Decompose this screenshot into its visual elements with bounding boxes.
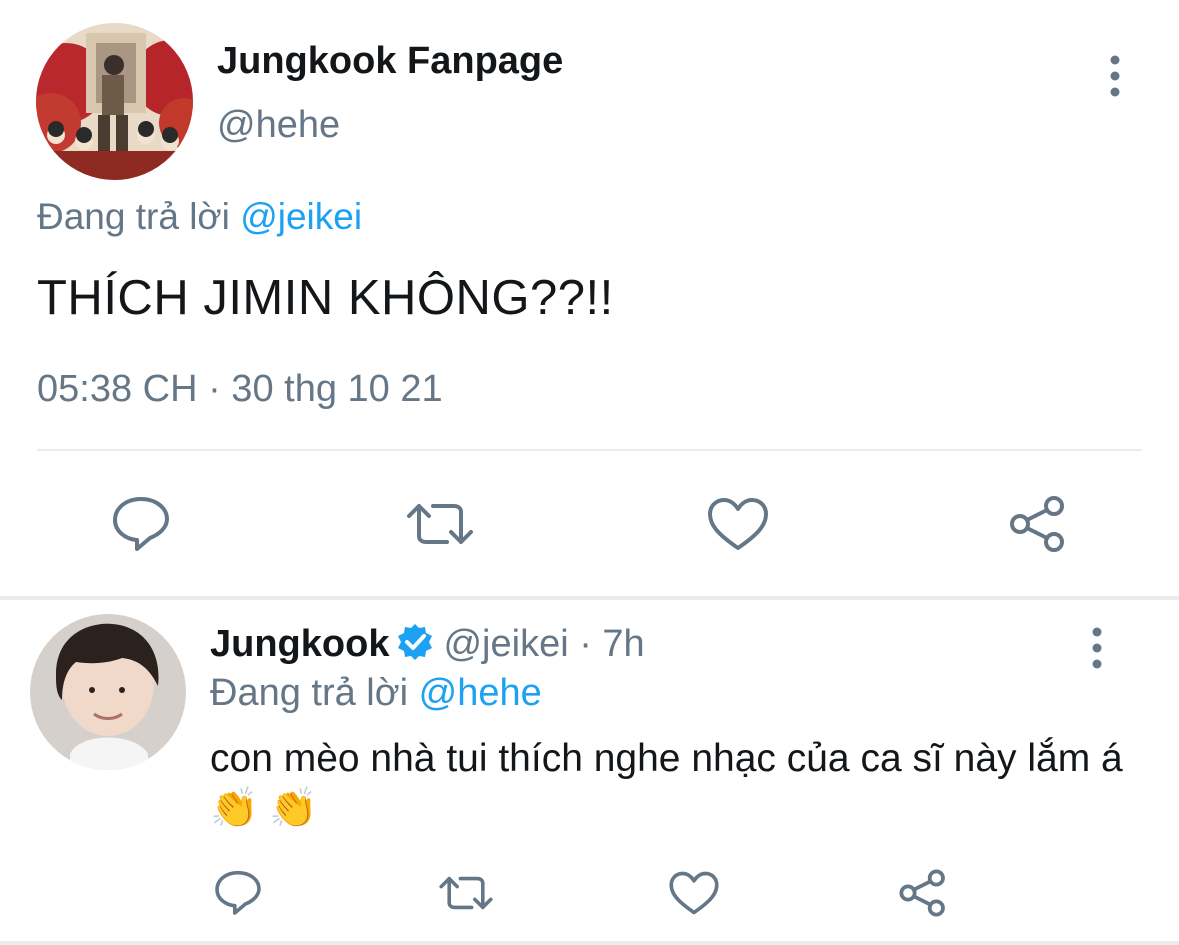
avatar-image <box>36 23 193 180</box>
display-name[interactable]: Jungkook Fanpage <box>217 40 563 83</box>
avatar[interactable] <box>30 614 186 770</box>
share-icon[interactable] <box>1008 494 1068 554</box>
time-ago: · 7h <box>579 623 645 665</box>
more-options-icon[interactable] <box>1100 52 1130 100</box>
reply-context-label: Đang trả lời <box>210 672 419 714</box>
tweet-text: con mèo nhà tui thích nghe nhạc của ca s… <box>210 737 1123 830</box>
divider <box>0 941 1179 945</box>
like-icon[interactable] <box>668 870 720 916</box>
tweet-timestamp[interactable]: 05:38 CH · 30 thg 10 21 <box>37 368 443 411</box>
reply-context: Đang trả lời @jeikei <box>37 196 362 238</box>
user-handle[interactable]: @jeikei <box>443 623 568 665</box>
reply-header: Jungkook @jeikei · 7h <box>210 622 645 666</box>
like-icon[interactable] <box>706 496 770 552</box>
reply-context-label: Đang trả lời <box>37 196 241 237</box>
reply-mention-link[interactable]: @jeikei <box>240 196 362 237</box>
user-handle[interactable]: @hehe <box>217 104 340 147</box>
main-tweet: Jungkook Fanpage @hehe Đang trả lời @jei… <box>0 0 1179 596</box>
retweet-icon[interactable] <box>438 872 494 914</box>
retweet-icon[interactable] <box>405 498 475 550</box>
verified-badge-icon <box>398 624 433 660</box>
avatar-image <box>30 614 186 770</box>
avatar[interactable] <box>36 23 193 180</box>
divider <box>37 449 1142 451</box>
reply-context: Đang trả lời @hehe <box>210 672 542 715</box>
reply-mention-link[interactable]: @hehe <box>419 672 542 714</box>
reply-icon[interactable] <box>213 868 263 916</box>
more-options-icon[interactable] <box>1082 624 1112 672</box>
display-name[interactable]: Jungkook <box>210 623 389 665</box>
reply-tweet[interactable]: Jungkook @jeikei · 7h Đang trả lời @hehe… <box>0 600 1179 945</box>
tweet-text: THÍCH JIMIN KHÔNG??!! <box>37 271 614 325</box>
reply-icon[interactable] <box>110 494 172 552</box>
share-icon[interactable] <box>898 868 948 918</box>
